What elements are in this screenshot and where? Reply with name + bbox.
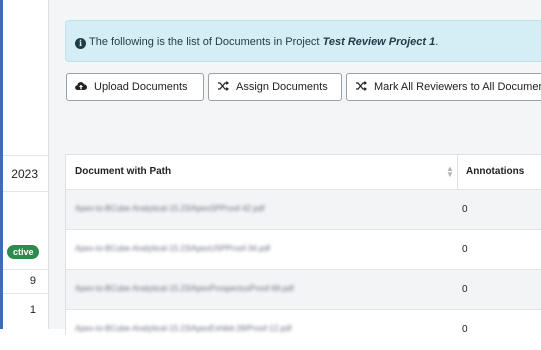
sort-icon[interactable]: ▲ ▼ [446, 165, 454, 179]
document-count: 9 [29, 275, 36, 287]
status-badge: ctive [7, 245, 39, 259]
annotations-cell: 0 [462, 204, 468, 215]
column-header-annotations[interactable]: Annotations [466, 155, 524, 189]
document-path-cell[interactable]: Apex-to-BCube-Analytical-15.23/ApexProsp… [75, 284, 294, 293]
table-row[interactable]: Apex-to-BCube-Analytical-15.23/ApexSPPro… [66, 189, 541, 230]
alert-suffix: . [435, 36, 439, 48]
list-row[interactable]: ctive [3, 191, 48, 270]
mark-all-reviewers-label: Mark All Reviewers to All Documents [374, 81, 541, 93]
upload-documents-button[interactable]: Upload Documents [66, 73, 204, 101]
annotations-cell: 0 [462, 324, 468, 335]
info-alert: i The following is the list of Documents … [65, 20, 541, 62]
table-row[interactable]: Apex-to-BCube-Analytical-15.23/ApexProsp… [66, 269, 541, 310]
column-header-document[interactable]: Document with Path [75, 155, 171, 189]
assign-documents-button[interactable]: Assign Documents [208, 73, 342, 101]
project-name: Test Review Project 1 [322, 36, 436, 48]
upload-documents-label: Upload Documents [94, 81, 188, 93]
table-row[interactable]: Apex-to-BCube-Analytical-15.23/ApexExhib… [66, 309, 541, 350]
document-path-cell[interactable]: Apex-to-BCube-Analytical-15.23/ApexSPPro… [75, 204, 264, 213]
annotations-cell: 0 [462, 244, 468, 255]
reviewer-count: 1 [29, 304, 36, 316]
shuffle-icon [217, 74, 229, 100]
cloud-upload-icon [75, 74, 88, 100]
table-row[interactable]: Apex-to-BCube-Analytical-15.23/ApexUSPPr… [66, 229, 541, 270]
list-row[interactable]: 1 [3, 293, 48, 329]
shuffle-icon [355, 74, 367, 100]
mark-all-reviewers-button[interactable]: Mark All Reviewers to All Documents [346, 73, 541, 101]
project-list-panel: 2023 ctive 9 1 [3, 0, 49, 329]
list-row [3, 0, 48, 156]
assign-documents-label: Assign Documents [236, 81, 328, 93]
alert-text: The following is the list of Documents i… [89, 36, 320, 48]
documents-table: Document with Path ▲ ▼ Annotations Apex-t… [65, 154, 541, 350]
document-path-cell[interactable]: Apex-to-BCube-Analytical-15.23/ApexUSPPr… [75, 244, 270, 253]
info-circle-icon: i [75, 38, 86, 49]
list-row[interactable]: 2023 [3, 155, 48, 192]
annotations-cell: 0 [462, 284, 468, 295]
project-year: 2023 [11, 167, 38, 181]
list-row[interactable]: 9 [3, 269, 48, 294]
